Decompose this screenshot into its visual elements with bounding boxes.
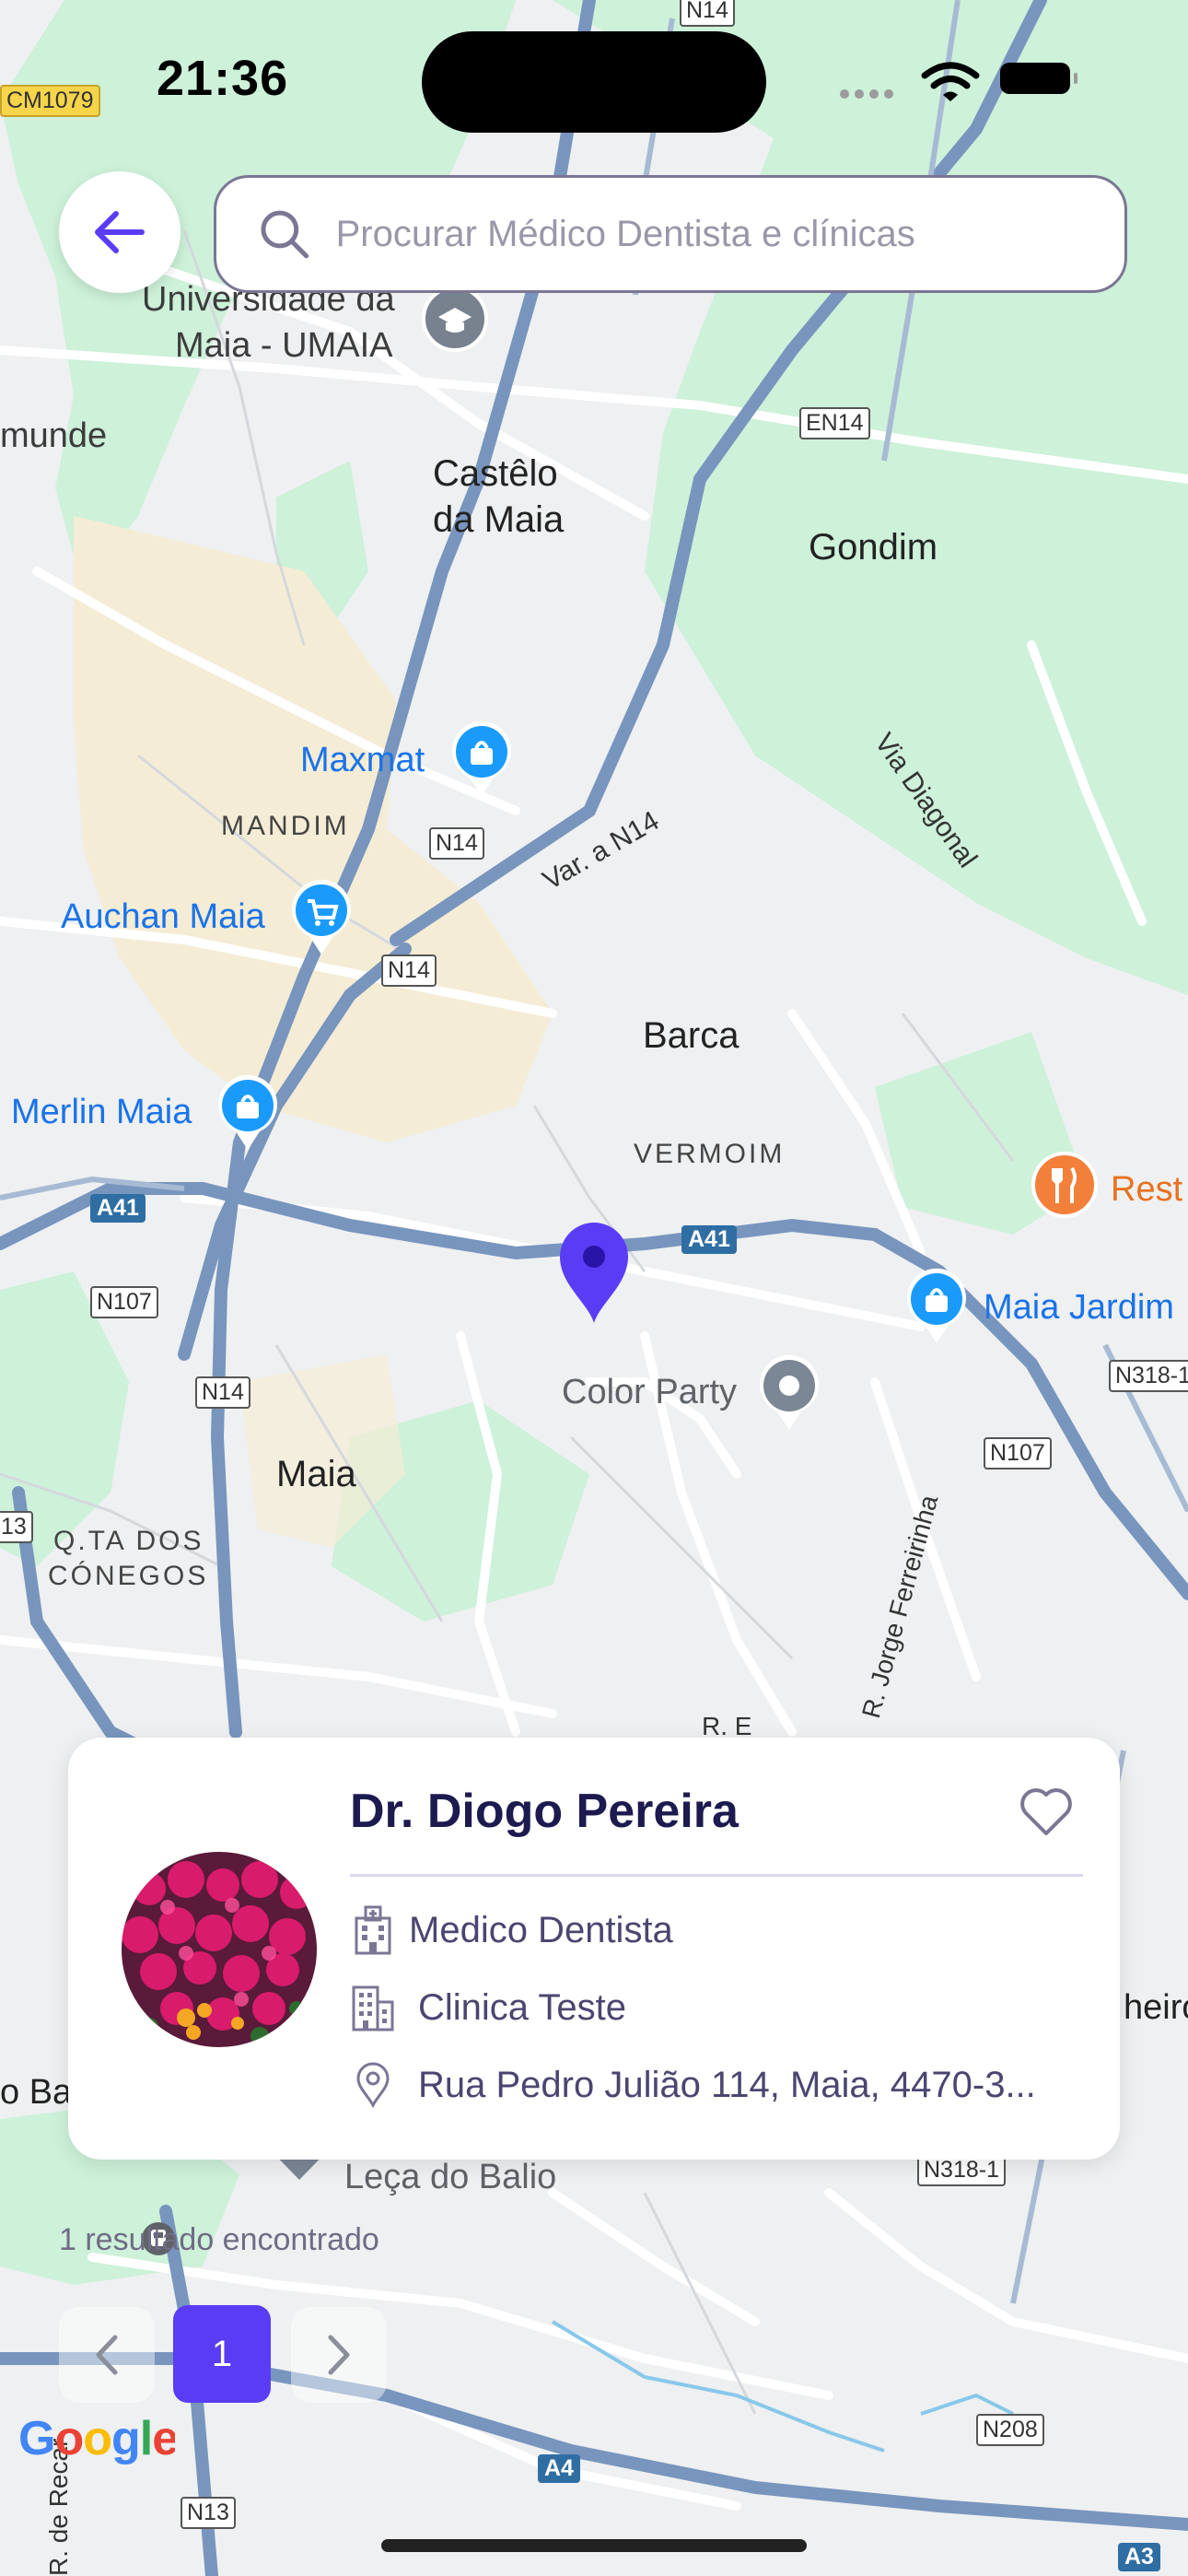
chevron-right-icon — [328, 2335, 350, 2375]
heart-icon[interactable] — [1017, 1782, 1076, 1841]
page-number-button[interactable]: 1 — [173, 2305, 271, 2403]
card-divider — [350, 1874, 1083, 1877]
road-label-n14-c: N14 — [195, 1376, 250, 1409]
building-icon — [352, 1985, 394, 2032]
road-label-en14: EN14 — [799, 407, 870, 439]
back-button[interactable] — [59, 171, 181, 293]
road-label-n14-a: N14 — [429, 827, 484, 860]
svg-text:Google: Google — [18, 2412, 175, 2465]
road-label-n318-top: N318-1 — [1109, 1360, 1188, 1392]
chevron-left-icon — [96, 2335, 118, 2375]
map-label-leca-do-balio[interactable]: Leça do Balio — [344, 2158, 556, 2197]
road-label-a4: A4 — [538, 2454, 580, 2483]
results-count: 1 resultado encontrado — [59, 2222, 379, 2257]
map-label-barca: Barca — [643, 1015, 740, 1056]
specialty-row: Medico Dentista — [350, 1905, 673, 1955]
clinic-address: Rua Pedro Julião 114, Maia, 4470-3... — [418, 2064, 1036, 2105]
signal-dots-icon — [840, 87, 899, 103]
map-label-maia-umaia: Maia - UMAIA — [175, 326, 393, 365]
location-pin-icon — [356, 2062, 390, 2108]
place-marker-icon[interactable] — [757, 1354, 821, 1432]
next-page-button[interactable] — [291, 2307, 387, 2403]
hospital-icon — [355, 1905, 391, 1955]
road-label-13: 13 — [0, 1511, 33, 1543]
map-label-maxmat[interactable]: Maxmat — [300, 741, 425, 780]
map-label-qta-dos: Q.TA DOS — [53, 1526, 204, 1556]
shopping-bag-marker-icon[interactable] — [449, 720, 514, 798]
map-label-rest[interactable]: Rest — [1111, 1170, 1182, 1210]
road-label-n14-b: N14 — [381, 954, 437, 987]
doctor-name: Dr. Diogo Pereira — [350, 1785, 739, 1838]
university-marker-icon[interactable] — [422, 286, 488, 359]
dynamic-island — [422, 31, 766, 133]
doctor-specialty: Medico Dentista — [409, 1909, 673, 1950]
map-label-vermoim: VERMOIM — [634, 1139, 786, 1169]
shopping-cart-marker-icon[interactable] — [289, 879, 354, 956]
road-label-cm1079: CM1079 — [0, 85, 100, 117]
google-logo[interactable]: Google — [18, 2408, 175, 2467]
map-label-da-maia: da Maia — [433, 499, 565, 540]
map-label-auchan[interactable]: Auchan Maia — [61, 897, 265, 937]
map-label-munde: munde — [0, 416, 108, 455]
road-label-n107-right: N107 — [984, 1437, 1052, 1469]
road-label-a41-right: A41 — [681, 1225, 737, 1254]
clinic-name: Clinica Teste — [418, 1986, 627, 2028]
shopping-bag-marker-icon[interactable] — [215, 1074, 280, 1152]
road-label-n208: N208 — [976, 2414, 1044, 2446]
map-label-color-party[interactable]: Color Party — [562, 1373, 737, 1412]
selected-location-pin-icon[interactable] — [556, 1220, 632, 1325]
search-icon — [261, 210, 309, 259]
road-label-a41-left: A41 — [90, 1194, 146, 1223]
map-label-maia-jardim[interactable]: Maia Jardim — [984, 1288, 1174, 1328]
map-label-heiro: heiró — [1124, 1988, 1188, 2027]
app-screen: CM1079 N14 Universidade da Maia - UMAIA … — [0, 0, 1188, 2576]
map-label-merlin[interactable]: Merlin Maia — [11, 1093, 192, 1132]
map-label-o-ba: o Ba — [0, 2073, 73, 2112]
battery-icon — [1000, 63, 1077, 94]
map-label-castelo: Castêlo — [433, 453, 558, 494]
restaurant-marker-icon[interactable] — [1031, 1152, 1098, 1225]
arrow-left-icon — [95, 211, 145, 253]
prev-page-button[interactable] — [59, 2307, 155, 2403]
map-label-mandim: MANDIM — [221, 811, 350, 841]
map-label-conegos: CÓNEGOS — [48, 1561, 209, 1591]
road-label-n13: N13 — [181, 2497, 236, 2529]
clinic-row: Clinica Teste — [350, 1983, 626, 2032]
search-bar[interactable] — [214, 175, 1127, 293]
wifi-icon — [921, 62, 980, 101]
home-indicator[interactable] — [381, 2539, 807, 2552]
map-label-maia: Maia — [276, 1454, 356, 1494]
map-label-gondim: Gondim — [809, 527, 938, 568]
road-label-n107-left: N107 — [90, 1286, 158, 1318]
shopping-bag-marker-icon[interactable] — [904, 1268, 969, 1345]
doctor-avatar — [122, 1852, 317, 2047]
search-input[interactable] — [333, 212, 1124, 256]
status-time: 21:36 — [157, 51, 289, 106]
road-label-n14-top: N14 — [680, 0, 735, 27]
road-label-a3: A3 — [1118, 2543, 1160, 2571]
doctor-card[interactable]: Dr. Diogo Pereira Medico Dentista Clinic… — [68, 1738, 1120, 2160]
address-row: Rua Pedro Julião 114, Maia, 4470-3... — [350, 2060, 1036, 2110]
